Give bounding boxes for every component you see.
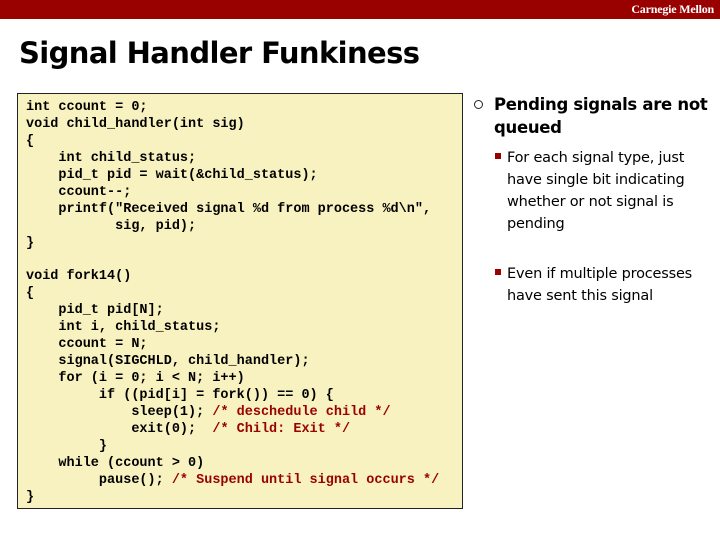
code-text: int ccount = 0; — [26, 100, 148, 115]
bullet-main-text: Pending signals are not queued — [494, 95, 708, 137]
code-comment: /* Suspend until signal occurs */ — [171, 472, 440, 488]
code-block: int ccount = 0; void child_handler(int si… — [17, 93, 463, 509]
code-line: while (ccount > 0) — [26, 456, 439, 473]
sub-bullet: Even if multiple processes have sent thi… — [474, 263, 714, 307]
code-line: void child_handler(int sig) — [26, 117, 439, 134]
code-comment: /* deschedule child */ — [212, 404, 391, 420]
code-line: void fork14() — [26, 269, 439, 286]
code-text: signal(SIGCHLD, child_handler); — [26, 354, 310, 370]
code-line: sleep(1); /* deschedule child */ — [26, 405, 439, 422]
brand-label: Carnegie Mellon — [631, 2, 714, 16]
code-line: pid_t pid[N]; — [26, 303, 439, 320]
code-text: } — [26, 489, 35, 505]
code-text: int i, child_status; — [26, 320, 221, 336]
code-line: int i, child_status; — [26, 320, 439, 337]
bullet-main: Pending signals are not queued — [474, 93, 714, 139]
code-listing: int ccount = 0; void child_handler(int si… — [26, 100, 439, 507]
code-line: for (i = 0; i < N; i++) — [26, 371, 439, 388]
code-text: void fork14() — [26, 269, 132, 285]
sub-bullet-text: For each signal type, just have single b… — [507, 150, 685, 232]
code-text: { — [26, 286, 35, 302]
code-text: { — [26, 133, 35, 149]
square-bullet-icon — [495, 269, 501, 275]
code-line: int child_status; — [26, 151, 439, 168]
code-text: int child_status; — [26, 150, 197, 166]
code-text: } — [26, 438, 108, 454]
code-line: pause(); /* Suspend until signal occurs … — [26, 473, 439, 490]
sub-bullet: For each signal type, just have single b… — [474, 147, 714, 235]
code-text: sig, pid); — [26, 218, 197, 234]
hollow-circle-bullet-icon — [474, 100, 483, 109]
code-line: int ccount = 0; — [26, 100, 439, 117]
code-text: printf("Received signal %d from process … — [26, 201, 432, 217]
code-text: while (ccount > 0) — [26, 455, 205, 471]
code-text: void child_handler(int sig) — [26, 116, 245, 132]
bullet-list: Pending signals are not queued For each … — [474, 93, 714, 307]
code-line: { — [26, 134, 439, 151]
code-line: pid_t pid = wait(&child_status); — [26, 168, 439, 185]
code-line: sig, pid); — [26, 219, 439, 236]
code-line: } — [26, 439, 439, 456]
header-bar: Carnegie Mellon — [0, 0, 720, 19]
code-text: pause(); — [26, 472, 172, 488]
code-line: ccount--; — [26, 185, 439, 202]
code-text: ccount = N; — [26, 337, 148, 353]
code-comment: /* Child: Exit */ — [212, 421, 351, 437]
code-text: ccount--; — [26, 184, 132, 200]
slide-title: Signal Handler Funkiness — [19, 36, 420, 70]
code-text: pid_t pid = wait(&child_status); — [26, 167, 318, 183]
code-line: ccount = N; — [26, 337, 439, 354]
code-line: if ((pid[i] = fork()) == 0) { — [26, 388, 439, 405]
sub-bullet-text: Even if multiple processes have sent thi… — [507, 266, 693, 304]
code-text: if ((pid[i] = fork()) == 0) { — [26, 387, 334, 403]
code-text: sleep(1); — [26, 404, 213, 420]
code-text: for (i = 0; i < N; i++) — [26, 371, 245, 386]
code-text: exit(0); — [26, 421, 213, 437]
code-line: } — [26, 490, 439, 507]
code-text: pid_t pid[N]; — [26, 303, 164, 319]
code-line: exit(0); /* Child: Exit */ — [26, 422, 439, 439]
square-bullet-icon — [495, 153, 501, 159]
code-line: signal(SIGCHLD, child_handler); — [26, 354, 439, 371]
code-line: { — [26, 286, 439, 303]
code-line: printf("Received signal %d from process … — [26, 202, 439, 219]
code-line: } — [26, 236, 439, 253]
code-text: } — [26, 235, 35, 251]
